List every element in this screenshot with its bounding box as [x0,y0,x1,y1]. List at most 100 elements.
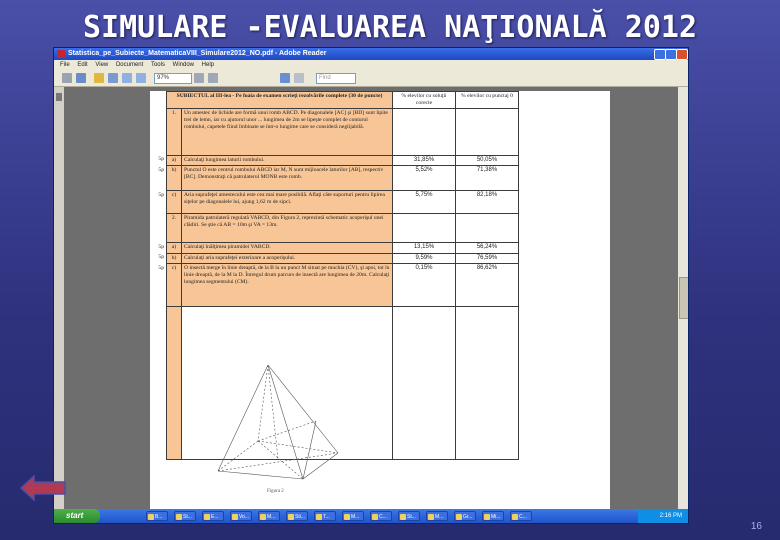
problem-number: 2. [166,213,182,244]
find-input[interactable]: Find [316,73,356,84]
row-text: O insectă merge în linie dreaptă, de la … [181,263,393,308]
email-icon[interactable] [76,73,86,83]
row-correct-percent: 31,85% [392,154,456,167]
taskbar-item[interactable]: T... [314,511,336,521]
row-correct-percent: 5,75% [392,190,456,215]
scrollbar-thumb[interactable] [679,277,688,319]
menu-bar: File Edit View Document Tools Window Hel… [54,60,688,70]
window-title: Statistica_pe_Subiecte_MatematicaVIII_Si… [68,50,327,57]
figure-caption: Figura 2 [267,489,284,494]
fit-width-icon[interactable] [208,73,218,83]
problem-statement-row: 1. Un amestec de lichide are formă unui … [150,107,519,156]
search-icon[interactable] [280,73,290,83]
problem-statement-row: 2. Piramida patrulateră regulată VABCD, … [150,213,519,244]
toolbar: 97% Find [54,70,688,87]
slide-number: 16 [750,521,762,532]
adobe-reader-window: Statistica_pe_Subiecte_MatematicaVIII_Si… [53,47,689,524]
menu-document[interactable]: Document [116,60,143,70]
row-part: a) [166,242,182,254]
problem-text: Piramida patrulateră regulată VABCD, din… [181,213,393,244]
row-part: b) [166,165,182,192]
row-text: Calculaţi aria suprafeţei exterioare a a… [181,252,393,265]
problem-text: Un amestec de lichide are formă unui rom… [181,107,393,156]
row-text: Calculaţi lungimea laturii rombului. [181,154,393,167]
row-text: Aria suprafeţei amestecului este cea mai… [181,190,393,215]
row-zero-percent: 86,62% [455,263,519,308]
column-header-zero: % elevilor cu punctaj 0 [455,91,519,109]
menu-help[interactable]: Help [202,60,214,70]
table-row: 5p b) Calculaţi aria suprafeţei exterioa… [150,252,519,265]
taskbar-item[interactable]: Sti... [286,511,308,521]
zoom-in-icon[interactable] [122,73,132,83]
taskbar-item[interactable]: St... [174,511,196,521]
row-correct-percent: 0,15% [392,263,456,308]
row-zero-percent: 50,05% [455,154,519,167]
menu-view[interactable]: View [95,60,108,70]
menu-window[interactable]: Window [173,60,194,70]
menu-tools[interactable]: Tools [151,60,165,70]
select-tool-icon[interactable] [108,73,118,83]
taskbar-item[interactable]: C... [510,511,532,521]
taskbar-item[interactable]: Gr... [454,511,476,521]
taskbar-item[interactable]: M... [342,511,364,521]
pyramid-figure [217,364,339,480]
menu-file[interactable]: File [60,60,70,70]
row-correct-percent: 5,52% [392,165,456,192]
zoom-out-icon[interactable] [136,73,146,83]
column-header-correct: % elevilor cu soluţii corecte [392,91,456,109]
row-text: Punctul O este centrul rombului ABCD iar… [181,165,393,192]
chevron-down-icon[interactable] [294,73,304,83]
window-titlebar: Statistica_pe_Subiecte_MatematicaVIII_Si… [54,48,688,60]
problem-number: 1. [166,107,182,156]
close-button[interactable] [676,49,688,60]
row-score: 5p [158,191,164,198]
row-text: Calculaţi înălţimea piramidei VABCD. [181,242,393,254]
row-part: a) [166,154,182,167]
row-part: c) [166,190,182,215]
table-row: 5p c) Aria suprafeţei amestecului este c… [150,190,519,215]
row-zero-percent: 82,18% [455,190,519,215]
zoom-field[interactable]: 97% [154,73,192,84]
adobe-reader-icon [57,50,65,58]
row-zero-percent: 71,38% [455,165,519,192]
section-heading: SUBIECTUL al III-lea - Pe foaia de exame… [166,91,393,109]
pdf-page: SUBIECTUL al III-lea - Pe foaia de exame… [150,91,610,509]
row-score: 5p [158,264,164,271]
taskbar-item[interactable]: E... [202,511,224,521]
fit-page-icon[interactable] [194,73,204,83]
slide-title: SIMULARE -EVALUAREA NAŢIONALĂ 2012 [82,10,698,45]
taskbar-item[interactable]: Mi... [482,511,504,521]
taskbar-item[interactable]: C... [370,511,392,521]
start-button[interactable]: start [54,509,100,523]
taskbar-item[interactable]: M... [426,511,448,521]
row-correct-percent: 9,59% [392,252,456,265]
table-header-row: SUBIECTUL al III-lea - Pe foaia de exame… [150,91,519,109]
row-score: 5p [158,254,164,261]
pages-icon[interactable] [56,93,62,101]
vertical-scrollbar[interactable] [678,87,688,509]
row-correct-percent: 13,15% [392,242,456,254]
row-zero-percent: 56,24% [455,242,519,254]
print-icon[interactable] [62,73,72,83]
taskbar-item[interactable]: M... [258,511,280,521]
taskbar-item[interactable]: Vo... [230,511,252,521]
hand-tool-icon[interactable] [94,73,104,83]
row-zero-percent: 76,59% [455,252,519,265]
document-viewer[interactable]: SUBIECTUL al III-lea - Pe foaia de exame… [54,87,688,509]
row-score: 5p [158,243,164,250]
table-row: 5p c) O insectă merge în linie dreaptă, … [150,263,519,308]
taskbar-item[interactable]: St... [398,511,420,521]
back-arrow-button[interactable] [20,475,66,501]
windows-taskbar: start B... St... E... Vo... M... Sti... … [54,509,688,523]
table-row: 5p b) Punctul O este centrul rombului AB… [150,165,519,192]
row-part: c) [166,263,182,308]
table-row: 5p a) Calculaţi lungimea laturii rombulu… [150,154,519,167]
taskbar-item[interactable]: B... [146,511,168,521]
row-score: 5p [158,166,164,173]
menu-edit[interactable]: Edit [77,60,87,70]
row-part: b) [166,252,182,265]
table-row: 5p a) Calculaţi înălţimea piramidei VABC… [150,242,519,254]
navigation-pane[interactable] [54,87,64,509]
system-tray-clock: 2:16 PM [638,509,688,523]
row-score: 5p [158,156,164,163]
